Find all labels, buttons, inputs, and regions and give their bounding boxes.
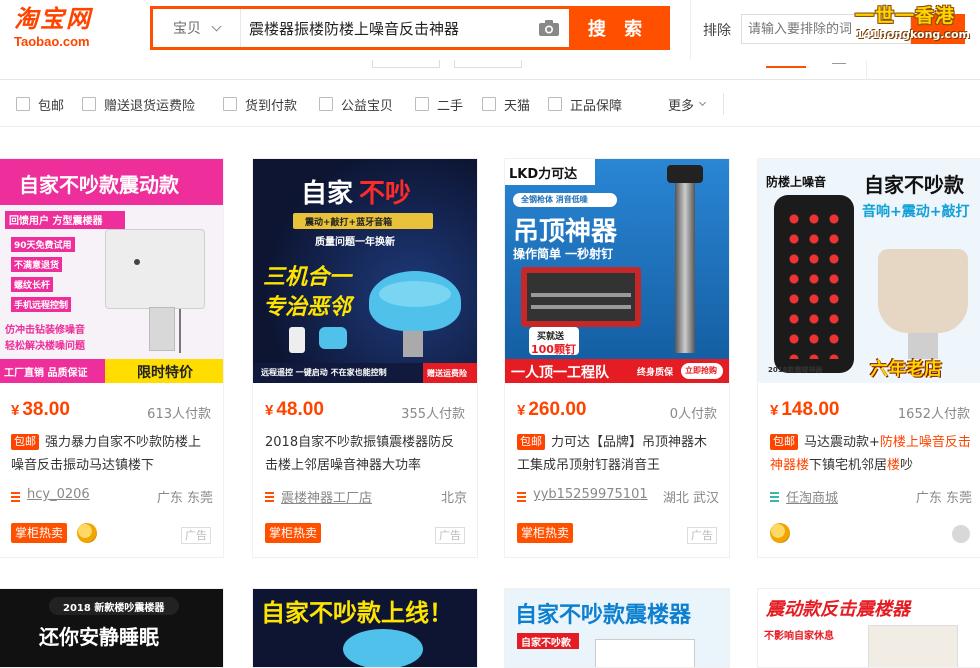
divider bbox=[723, 93, 724, 115]
product-card[interactable]: 2018 新款楼吵震楼器 还你安静睡眠 bbox=[0, 588, 224, 668]
checkbox[interactable] bbox=[82, 97, 96, 111]
product-title[interactable]: 2018自家不吵款振镇震楼器防反击楼上邻居噪音神器大功率 bbox=[265, 431, 467, 479]
filter-return-insurance[interactable]: 赠送退货运费险 bbox=[82, 95, 195, 114]
ad-label: 广告 bbox=[435, 527, 465, 544]
filter-genuine[interactable]: 正品保障 bbox=[548, 95, 622, 114]
exclude-button[interactable] bbox=[911, 14, 965, 44]
logo-chinese: 淘宝网 bbox=[14, 5, 92, 33]
checkbox[interactable] bbox=[548, 97, 562, 111]
top-header: 淘宝网 Taobao.com 宝贝 搜 索 排除 一世一香港 141hongko… bbox=[0, 0, 980, 60]
chevron-down-icon bbox=[698, 98, 707, 107]
exclude-panel: 排除 一世一香港 141hongkong.com bbox=[690, 0, 980, 60]
price: ¥38.00 bbox=[11, 399, 70, 420]
camera-icon[interactable] bbox=[529, 9, 569, 47]
ad-icon bbox=[952, 525, 970, 543]
price: ¥148.00 bbox=[770, 399, 840, 420]
free-shipping-badge: 包邮 bbox=[770, 434, 798, 450]
search-type-label: 宝贝 bbox=[173, 21, 201, 37]
product-card[interactable]: 自家不吵款震动款 回馈用户 方型震楼器 90天免费试用 不满意退货 螺纹长杆 手… bbox=[0, 158, 224, 558]
price: ¥48.00 bbox=[265, 399, 324, 420]
exclude-label: 排除 bbox=[703, 23, 731, 39]
checkbox[interactable] bbox=[319, 97, 333, 111]
search-type-select[interactable]: 宝贝 bbox=[153, 9, 241, 47]
product-title[interactable]: 包邮 马达震动款+防楼上噪音反击神器楼下镇宅机邻居楼吵 bbox=[770, 431, 972, 479]
filter-free-shipping[interactable]: 包邮 bbox=[16, 95, 64, 114]
shop-row: hcy_0206 广东 东莞 bbox=[11, 487, 213, 507]
checkbox[interactable] bbox=[482, 97, 496, 111]
product-image[interactable]: 自家不吵款震动款 回馈用户 方型震楼器 90天免费试用 不满意退货 螺纹长杆 手… bbox=[0, 159, 223, 383]
hot-seller-tag[interactable]: 掌柜热卖 bbox=[517, 523, 574, 543]
product-title[interactable]: 包邮 力可达【品牌】吊顶神器木工集成吊顶射钉器消音王 bbox=[517, 431, 719, 479]
filter-second-hand[interactable]: 二手 bbox=[415, 95, 463, 114]
checkbox[interactable] bbox=[415, 97, 429, 111]
product-image[interactable]: 自家 不吵 震动+敲打+蓝牙音箱 质量问题一年换新 三机合一 专治恶邻 远程遥控… bbox=[253, 159, 477, 383]
sort-tab[interactable] bbox=[454, 60, 522, 68]
medal-icon[interactable] bbox=[770, 523, 790, 543]
price-row: ¥48.00 355人付款 bbox=[265, 399, 465, 423]
free-shipping-badge: 包邮 bbox=[11, 434, 39, 450]
hot-seller-tag[interactable]: 掌柜热卖 bbox=[265, 523, 322, 543]
sales-count: 1652人付款 bbox=[897, 407, 970, 422]
product-title[interactable]: 包邮 强力暴力自家不吵款防楼上噪音反击振动马达镇楼下 bbox=[11, 431, 213, 479]
pager-area bbox=[866, 60, 980, 80]
chevron-down-icon bbox=[211, 21, 222, 31]
list-view-icon[interactable] bbox=[832, 60, 846, 64]
search-box: 宝贝 搜 索 bbox=[150, 6, 670, 50]
search-button[interactable]: 搜 索 bbox=[569, 9, 667, 47]
product-card[interactable]: 自家不吵款震楼器 自家不吵款 bbox=[504, 588, 730, 668]
price-row: ¥148.00 1652人付款 bbox=[770, 399, 970, 423]
product-card[interactable]: 自家不吵款上线！ bbox=[252, 588, 478, 668]
product-card[interactable]: LKD力可达 全钢枪体 消音低噪 吊顶神器 操作简单 一秒射钉 买就送 100颗… bbox=[504, 158, 730, 558]
shop-link[interactable]: 震楼神器工厂店 bbox=[281, 487, 372, 506]
product-card[interactable]: 震动款反击震楼器 不影响自家休息 bbox=[757, 588, 980, 668]
shop-row: 震楼神器工厂店 北京 bbox=[265, 487, 467, 507]
shop-icon bbox=[11, 492, 20, 502]
sales-count: 0人付款 bbox=[669, 407, 717, 422]
product-card[interactable]: 防楼上噪音 自家不吵款 音响+震动+敲打 2018款震楼神器 六年老店 ¥148… bbox=[757, 158, 980, 558]
free-shipping-badge: 包邮 bbox=[517, 434, 545, 450]
medal-icon[interactable] bbox=[77, 523, 97, 543]
product-image[interactable]: 防楼上噪音 自家不吵款 音响+震动+敲打 2018款震楼神器 六年老店 bbox=[758, 159, 980, 383]
tag-row: 掌柜热卖 广告 bbox=[265, 521, 467, 545]
tag-row: 掌柜热卖 广告 bbox=[517, 521, 719, 545]
filter-cash-on-delivery[interactable]: 货到付款 bbox=[223, 95, 297, 114]
filter-bar: 包邮 赠送退货运费险 货到付款 公益宝贝 二手 天猫 正品保障 更多 bbox=[0, 81, 980, 127]
filter-tmall[interactable]: 天猫 bbox=[482, 95, 530, 114]
price-row: ¥260.00 0人付款 bbox=[517, 399, 717, 423]
checkbox[interactable] bbox=[16, 97, 30, 111]
location: 湖北 武汉 bbox=[662, 491, 719, 506]
hot-seller-tag[interactable]: 掌柜热卖 bbox=[11, 523, 68, 543]
ad-label: 广告 bbox=[687, 527, 717, 544]
grid-view-icon[interactable] bbox=[766, 60, 806, 68]
shop-row: yyb15259975101 湖北 武汉 bbox=[517, 487, 719, 507]
sales-count: 355人付款 bbox=[401, 407, 465, 422]
shop-link[interactable]: hcy_0206 bbox=[27, 487, 90, 502]
sort-tab[interactable] bbox=[372, 60, 440, 68]
filter-charity[interactable]: 公益宝贝 bbox=[319, 95, 393, 114]
shop-icon bbox=[770, 492, 779, 502]
product-image[interactable]: LKD力可达 全钢枪体 消音低噪 吊顶神器 操作简单 一秒射钉 买就送 100颗… bbox=[505, 159, 729, 383]
shop-row: 任淘商城 广东 东莞 bbox=[770, 487, 972, 507]
ad-label: 广告 bbox=[181, 527, 211, 544]
exclude-input[interactable] bbox=[741, 14, 911, 44]
shop-link[interactable]: yyb15259975101 bbox=[533, 487, 648, 502]
shop-icon bbox=[517, 492, 526, 502]
search-input[interactable] bbox=[241, 9, 529, 47]
product-card[interactable]: 自家 不吵 震动+敲打+蓝牙音箱 质量问题一年换新 三机合一 专治恶邻 远程遥控… bbox=[252, 158, 478, 558]
sort-bar-edge bbox=[0, 60, 980, 80]
location: 北京 bbox=[440, 491, 467, 506]
logo-english: Taobao.com bbox=[14, 34, 90, 49]
checkbox[interactable] bbox=[223, 97, 237, 111]
shop-icon bbox=[265, 492, 274, 502]
tag-row: 掌柜热卖 广告 bbox=[11, 521, 213, 545]
price: ¥260.00 bbox=[517, 399, 587, 420]
more-filters-button[interactable]: 更多 bbox=[668, 95, 707, 114]
tag-row bbox=[770, 521, 972, 545]
shop-link[interactable]: 任淘商城 bbox=[786, 487, 838, 506]
location: 广东 东莞 bbox=[915, 491, 972, 506]
sales-count: 613人付款 bbox=[147, 407, 211, 422]
taobao-logo[interactable]: 淘宝网 Taobao.com bbox=[14, 5, 124, 55]
price-row: ¥38.00 613人付款 bbox=[11, 399, 211, 423]
location: 广东 东莞 bbox=[156, 491, 213, 506]
